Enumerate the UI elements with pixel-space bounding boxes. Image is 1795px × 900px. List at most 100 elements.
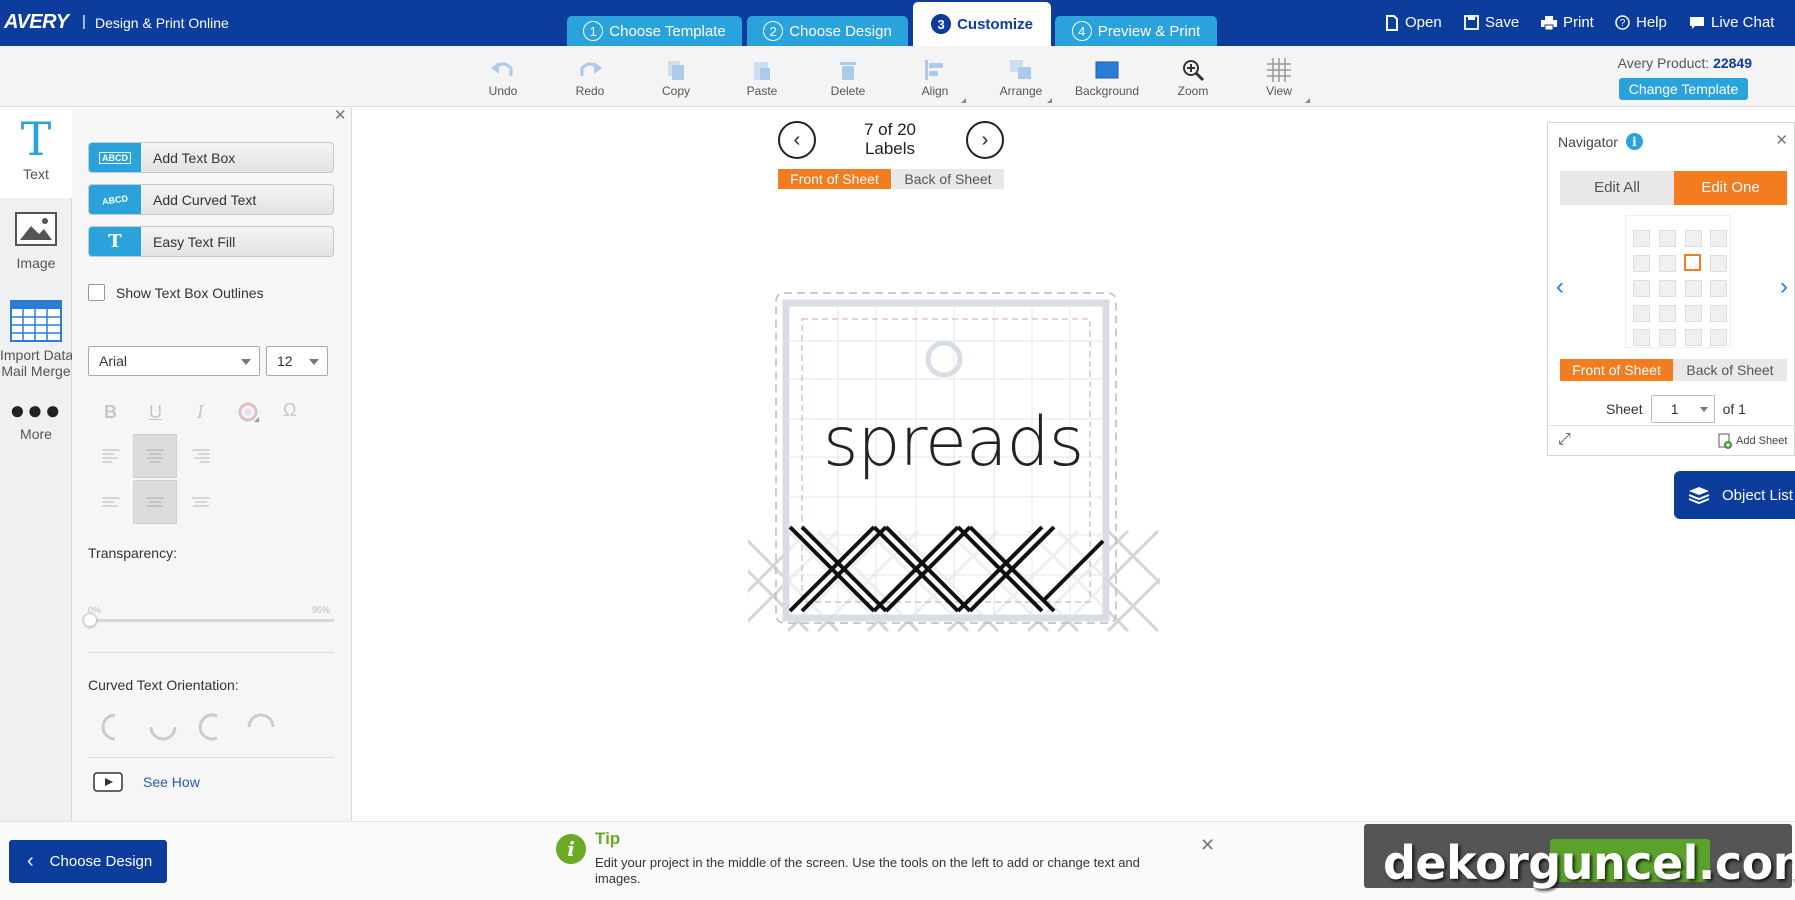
mini-label[interactable] (1659, 230, 1676, 247)
curve-orientation-2-icon[interactable] (148, 712, 178, 747)
step-choose-template[interactable]: 1 Choose Template (567, 16, 742, 46)
curved-text-icon: ABCD (89, 185, 141, 214)
show-outlines-row[interactable]: Show Text Box Outlines (88, 284, 264, 301)
add-sheet-icon (1718, 433, 1732, 449)
transparency-slider[interactable] (88, 619, 334, 622)
expand-icon[interactable]: ⤢ (1558, 431, 1571, 449)
special-characters-icon[interactable]: Ω (283, 400, 296, 421)
nav-more[interactable]: ●●● More (0, 395, 72, 442)
mini-label[interactable] (1710, 305, 1727, 322)
mini-label[interactable] (1633, 305, 1650, 322)
tip-close-icon[interactable]: ✕ (1200, 835, 1215, 856)
add-text-box-button[interactable]: ABCD Add Text Box (88, 142, 334, 173)
add-sheet-button[interactable]: Add Sheet (1718, 433, 1787, 449)
mini-label[interactable] (1685, 329, 1702, 346)
mini-label[interactable] (1685, 280, 1702, 297)
avery-logo[interactable]: AVERY (4, 11, 69, 34)
edit-one-button[interactable]: Edit One (1674, 171, 1787, 205)
svg-text:?: ? (1620, 18, 1626, 29)
next-label-button[interactable]: › (966, 121, 1004, 159)
redo-button[interactable]: Redo (555, 56, 625, 98)
step-preview-print[interactable]: 4 Preview & Print (1055, 16, 1217, 46)
paste-button[interactable]: Paste (727, 56, 797, 98)
navigator-next-icon[interactable]: › (1780, 273, 1788, 301)
canvas-back-tab[interactable]: Back of Sheet (892, 169, 1004, 189)
help-button[interactable]: ? Help (1615, 14, 1667, 31)
mini-label[interactable] (1633, 255, 1650, 272)
align-middle-center-icon[interactable] (133, 480, 177, 524)
align-top-left-icon[interactable] (89, 434, 133, 478)
nav-import-data[interactable]: Import Data Mail Merge (0, 300, 73, 379)
bold-icon[interactable]: B (104, 402, 117, 423)
delete-button[interactable]: Delete (813, 56, 883, 98)
panel-close-icon[interactable]: ✕ (334, 106, 347, 124)
mini-label[interactable] (1659, 305, 1676, 322)
curve-orientation-1-icon[interactable] (100, 712, 130, 747)
font-size-select[interactable]: 12 (266, 346, 328, 376)
add-curved-text-button[interactable]: ABCD Add Curved Text (88, 184, 334, 215)
align-button[interactable]: Align (900, 56, 970, 103)
canvas-front-tab[interactable]: Front of Sheet (778, 169, 891, 189)
edit-all-button[interactable]: Edit All (1560, 171, 1674, 205)
mini-label[interactable] (1710, 255, 1727, 272)
align-middle-left-icon[interactable] (89, 480, 133, 524)
zoom-button[interactable]: Zoom (1158, 56, 1228, 98)
mini-label[interactable] (1710, 230, 1727, 247)
nav-image[interactable]: Image (0, 212, 72, 271)
navigator-front-tab[interactable]: Front of Sheet (1560, 359, 1673, 381)
step-choose-design[interactable]: 2 Choose Design (747, 16, 908, 46)
italic-icon[interactable]: I (197, 402, 204, 423)
more-dots-icon: ●●● (9, 395, 63, 425)
font-select[interactable]: Arial (88, 346, 260, 376)
grid-icon (1267, 58, 1291, 82)
mini-label[interactable] (1659, 280, 1676, 297)
align-bottom-right-icon[interactable] (179, 480, 223, 524)
curve-orientation-3-icon[interactable] (197, 712, 227, 747)
undo-button[interactable]: Undo (468, 56, 538, 98)
tip-body: Edit your project in the middle of the s… (595, 855, 1140, 886)
mini-label[interactable] (1633, 329, 1650, 346)
change-template-button[interactable]: Change Template (1619, 78, 1748, 100)
prev-label-button[interactable]: ‹ (778, 121, 816, 159)
live-chat-button[interactable]: Live Chat (1689, 14, 1774, 31)
mini-label[interactable] (1659, 329, 1676, 346)
arrange-button[interactable]: Arrange (986, 56, 1056, 103)
easy-text-fill-button[interactable]: T Easy Text Fill (88, 226, 334, 257)
mini-label[interactable] (1659, 255, 1676, 272)
navigator-close-icon[interactable]: ✕ (1775, 131, 1788, 149)
mini-label[interactable] (1710, 329, 1727, 346)
see-how-link[interactable]: See How (93, 772, 200, 792)
print-button[interactable]: Print (1541, 14, 1594, 31)
transparency-slider-handle[interactable] (83, 613, 97, 627)
mini-label[interactable] (1685, 230, 1702, 247)
object-list-button[interactable]: Object List (1674, 471, 1795, 519)
info-icon[interactable]: i (1625, 133, 1643, 150)
mini-label[interactable] (1633, 280, 1650, 297)
color-picker-icon[interactable] (238, 402, 260, 429)
open-button[interactable]: Open (1385, 14, 1442, 31)
navigator-prev-icon[interactable]: ‹ (1556, 273, 1564, 301)
mini-label[interactable] (1685, 305, 1702, 322)
mini-label[interactable] (1710, 280, 1727, 297)
save-button[interactable]: Save (1464, 14, 1519, 31)
mini-label[interactable] (1633, 230, 1650, 247)
curve-orientation-4-icon[interactable] (246, 712, 276, 747)
show-outlines-checkbox[interactable] (88, 284, 105, 301)
underline-icon[interactable]: U (149, 402, 162, 423)
label-text[interactable]: spreads (823, 403, 1084, 483)
background-button[interactable]: Background (1072, 56, 1142, 98)
arrange-menu-indicator (1047, 98, 1052, 103)
align-top-center-icon[interactable] (133, 434, 177, 478)
choose-design-button[interactable]: ‹ Choose Design (9, 840, 167, 883)
copy-button[interactable]: Copy (641, 56, 711, 98)
navigator-back-tab[interactable]: Back of Sheet (1673, 359, 1787, 381)
mini-label-selected[interactable] (1684, 254, 1701, 271)
nav-text[interactable]: T Text (0, 108, 72, 198)
label-canvas[interactable]: spreads (748, 291, 1160, 646)
align-top-right-icon[interactable] (179, 434, 223, 478)
sheet-select[interactable]: 1 (1650, 395, 1715, 423)
view-button[interactable]: View (1244, 56, 1314, 103)
sheet-thumbnail[interactable] (1625, 215, 1731, 348)
align-icon (925, 60, 943, 80)
step-customize[interactable]: 3 Customize (913, 2, 1051, 46)
